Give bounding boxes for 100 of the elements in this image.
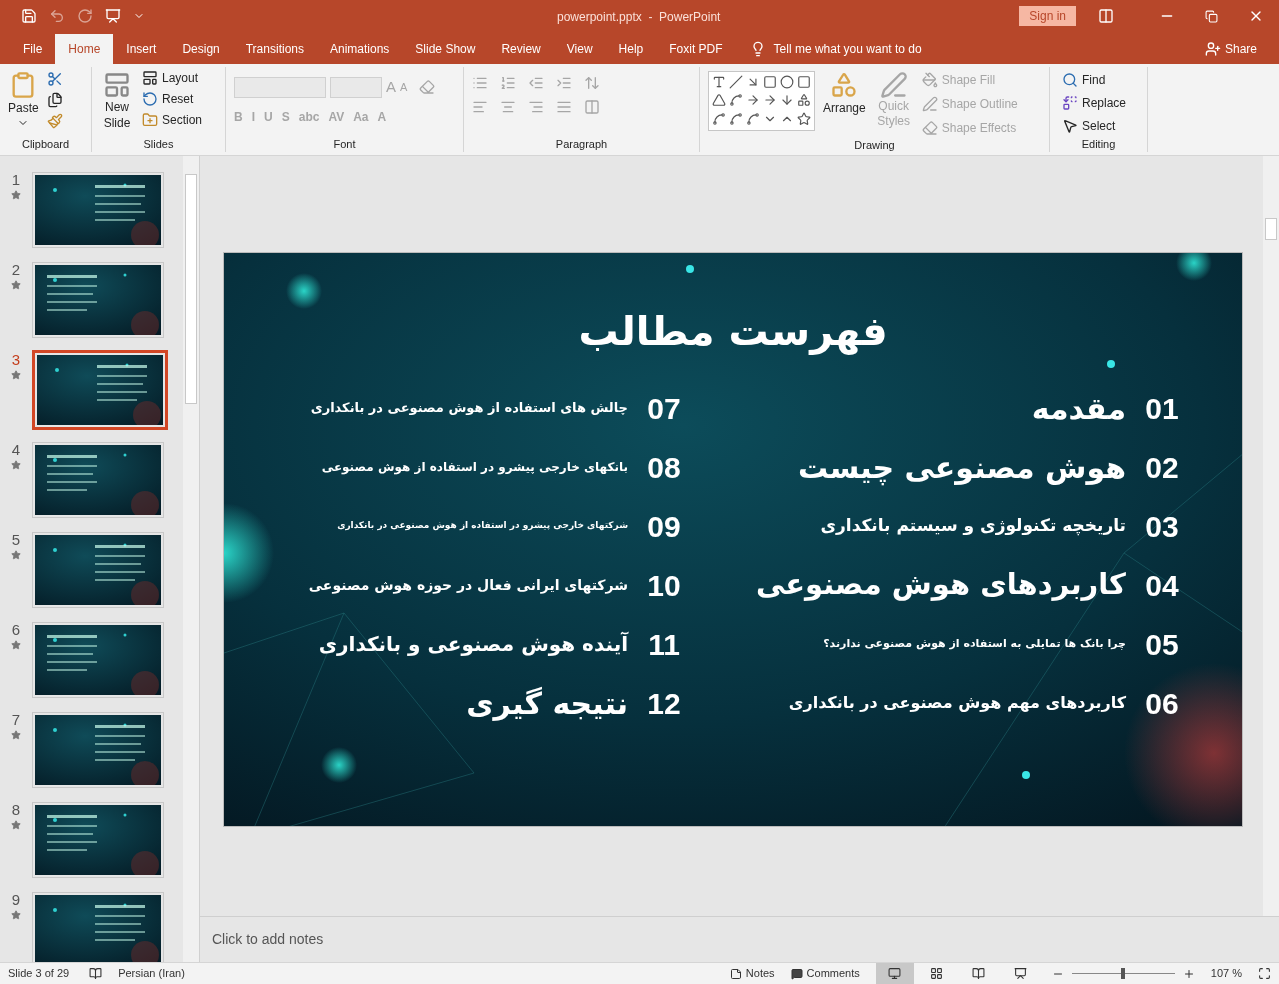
group-label: Drawing [853, 138, 896, 153]
ribbon-tab[interactable]: Slide Show [402, 34, 489, 64]
shape-icon[interactable] [729, 111, 743, 126]
scrollbar[interactable] [1263, 156, 1279, 916]
language-label[interactable]: Persian (Iran) [118, 965, 185, 982]
scrollbar[interactable] [183, 156, 199, 962]
animation-star-icon [11, 370, 21, 380]
item-number: 02 [1144, 449, 1180, 486]
zoom-slider[interactable] [1071, 968, 1175, 979]
group-label: Slides [142, 136, 175, 152]
notes-placeholder[interactable]: Click to add notes [212, 929, 324, 950]
paint-bucket-icon [921, 72, 938, 88]
fit-slide-icon[interactable] [1258, 967, 1271, 980]
format-painter-icon[interactable] [46, 113, 63, 129]
shape-icon[interactable] [797, 75, 811, 89]
sign-in-button[interactable]: Sign in [1019, 6, 1076, 26]
presentation-icon[interactable] [105, 8, 121, 24]
reset-button[interactable]: Reset [142, 90, 203, 108]
slide-number: 8 [11, 802, 21, 817]
select-button[interactable]: Select [1062, 117, 1135, 135]
book-icon [972, 967, 986, 980]
ribbon-tab[interactable]: Insert [113, 34, 170, 64]
find-button[interactable]: Find [1062, 71, 1135, 89]
slide-count: Slide 3 of 29 [8, 966, 70, 982]
item-title: تاریخچه تکنولوژی و سیستم بانکداری [820, 514, 1126, 538]
comments-button[interactable]: Comments [790, 965, 860, 982]
item-number: 04 [1144, 567, 1180, 604]
item-title: چالش های استفاده از هوش مصنوعی در بانکداری [310, 399, 628, 418]
zoom-in-icon[interactable] [1182, 967, 1195, 980]
spell-check-icon[interactable] [89, 967, 103, 980]
item-title: چرا بانک ها تمایلی به استفاده از هوش مصنوعی ندارند؟ [823, 635, 1126, 652]
item-number: 01 [1144, 390, 1180, 427]
ribbon-tab[interactable]: View [553, 34, 606, 64]
shape-icon[interactable] [763, 75, 777, 89]
slide-number: 2 [11, 262, 21, 277]
group-label: Font [332, 136, 357, 152]
shapes-icon [830, 71, 859, 99]
share-button[interactable]: Share [1204, 34, 1279, 64]
ribbon-tab[interactable]: Transitions [232, 34, 317, 64]
shape-icon[interactable] [729, 93, 743, 108]
item-number: 12 [646, 685, 682, 722]
ribbon-tab[interactable]: Home [55, 34, 114, 64]
animation-star-icon [11, 190, 21, 200]
shape-icon[interactable] [712, 111, 726, 126]
item-title: کاربردهای هوش مصنوعی [755, 566, 1126, 604]
item-number: 05 [1144, 626, 1180, 663]
ribbon-tab[interactable]: Design [169, 34, 233, 64]
item-title: کاربردهای مهم هوش مصنوعی در بانکداری [788, 692, 1126, 714]
add-person-icon [1204, 41, 1221, 57]
presentation-icon [1014, 967, 1028, 980]
shapes-gallery[interactable] [708, 71, 815, 131]
shape-icon[interactable] [746, 111, 760, 126]
grid-icon [930, 967, 944, 980]
ribbon-tab[interactable]: Foxit PDF [656, 34, 736, 64]
slide-number: 4 [11, 442, 21, 457]
speech-bubble-icon [790, 967, 803, 980]
zoom-level[interactable]: 107 % [1210, 965, 1242, 982]
animation-star-icon [11, 280, 21, 290]
copy-icon[interactable] [46, 92, 63, 108]
shape-icon[interactable] [780, 75, 794, 89]
restore-icon[interactable] [1205, 9, 1218, 23]
shape-icon[interactable] [780, 93, 794, 108]
folder-icon [142, 112, 158, 128]
paste-button[interactable]: Paste [8, 67, 39, 136]
shape-icon[interactable] [797, 93, 811, 108]
item-number: 06 [1144, 685, 1180, 722]
ribbon-tab[interactable]: File [10, 34, 56, 64]
font-size-field[interactable] [330, 76, 382, 98]
zoom-slider-thumb[interactable] [1121, 968, 1126, 979]
group-label: Editing [1080, 136, 1117, 152]
shape-icon[interactable] [729, 75, 743, 89]
font-name-field[interactable] [234, 76, 326, 98]
cut-icon[interactable] [46, 71, 63, 87]
new-slide-button[interactable]: New Slide [100, 67, 134, 136]
section-button[interactable]: Section [142, 111, 203, 129]
pen-icon [921, 96, 938, 112]
animation-star-icon [11, 550, 21, 560]
ribbon-tab[interactable]: Help [605, 34, 657, 64]
save-icon[interactable] [21, 8, 37, 24]
shape-icon[interactable] [712, 75, 726, 89]
shape-icon[interactable] [797, 111, 811, 126]
shape-icon[interactable] [712, 93, 726, 108]
replace-button[interactable]: Replace [1062, 94, 1135, 112]
pointer-icon [1062, 118, 1078, 134]
slide-number: 7 [11, 712, 21, 727]
normal-view-button[interactable] [875, 963, 914, 984]
window-title: powerpoint.pptx - PowerPoint [557, 9, 721, 26]
ribbon-display-icon[interactable] [1098, 8, 1114, 24]
search-icon [1062, 72, 1078, 88]
reset-icon [142, 91, 158, 107]
note-icon [729, 967, 742, 980]
ribbon-tab[interactable]: Animations [317, 34, 403, 64]
notes-button[interactable]: Notes [729, 965, 775, 982]
item-title: مقدمه [1031, 389, 1126, 428]
monitor-icon [888, 967, 902, 980]
ribbon-tab[interactable]: Review [488, 34, 554, 64]
layout-button[interactable]: Layout [142, 69, 203, 87]
slide-layout-icon [103, 71, 131, 99]
tell-me-field[interactable]: Tell me what you want to do [773, 40, 922, 58]
item-title: بانکهای خارجی پیشرو در استفاده از هوش مصنوعی [321, 459, 628, 476]
